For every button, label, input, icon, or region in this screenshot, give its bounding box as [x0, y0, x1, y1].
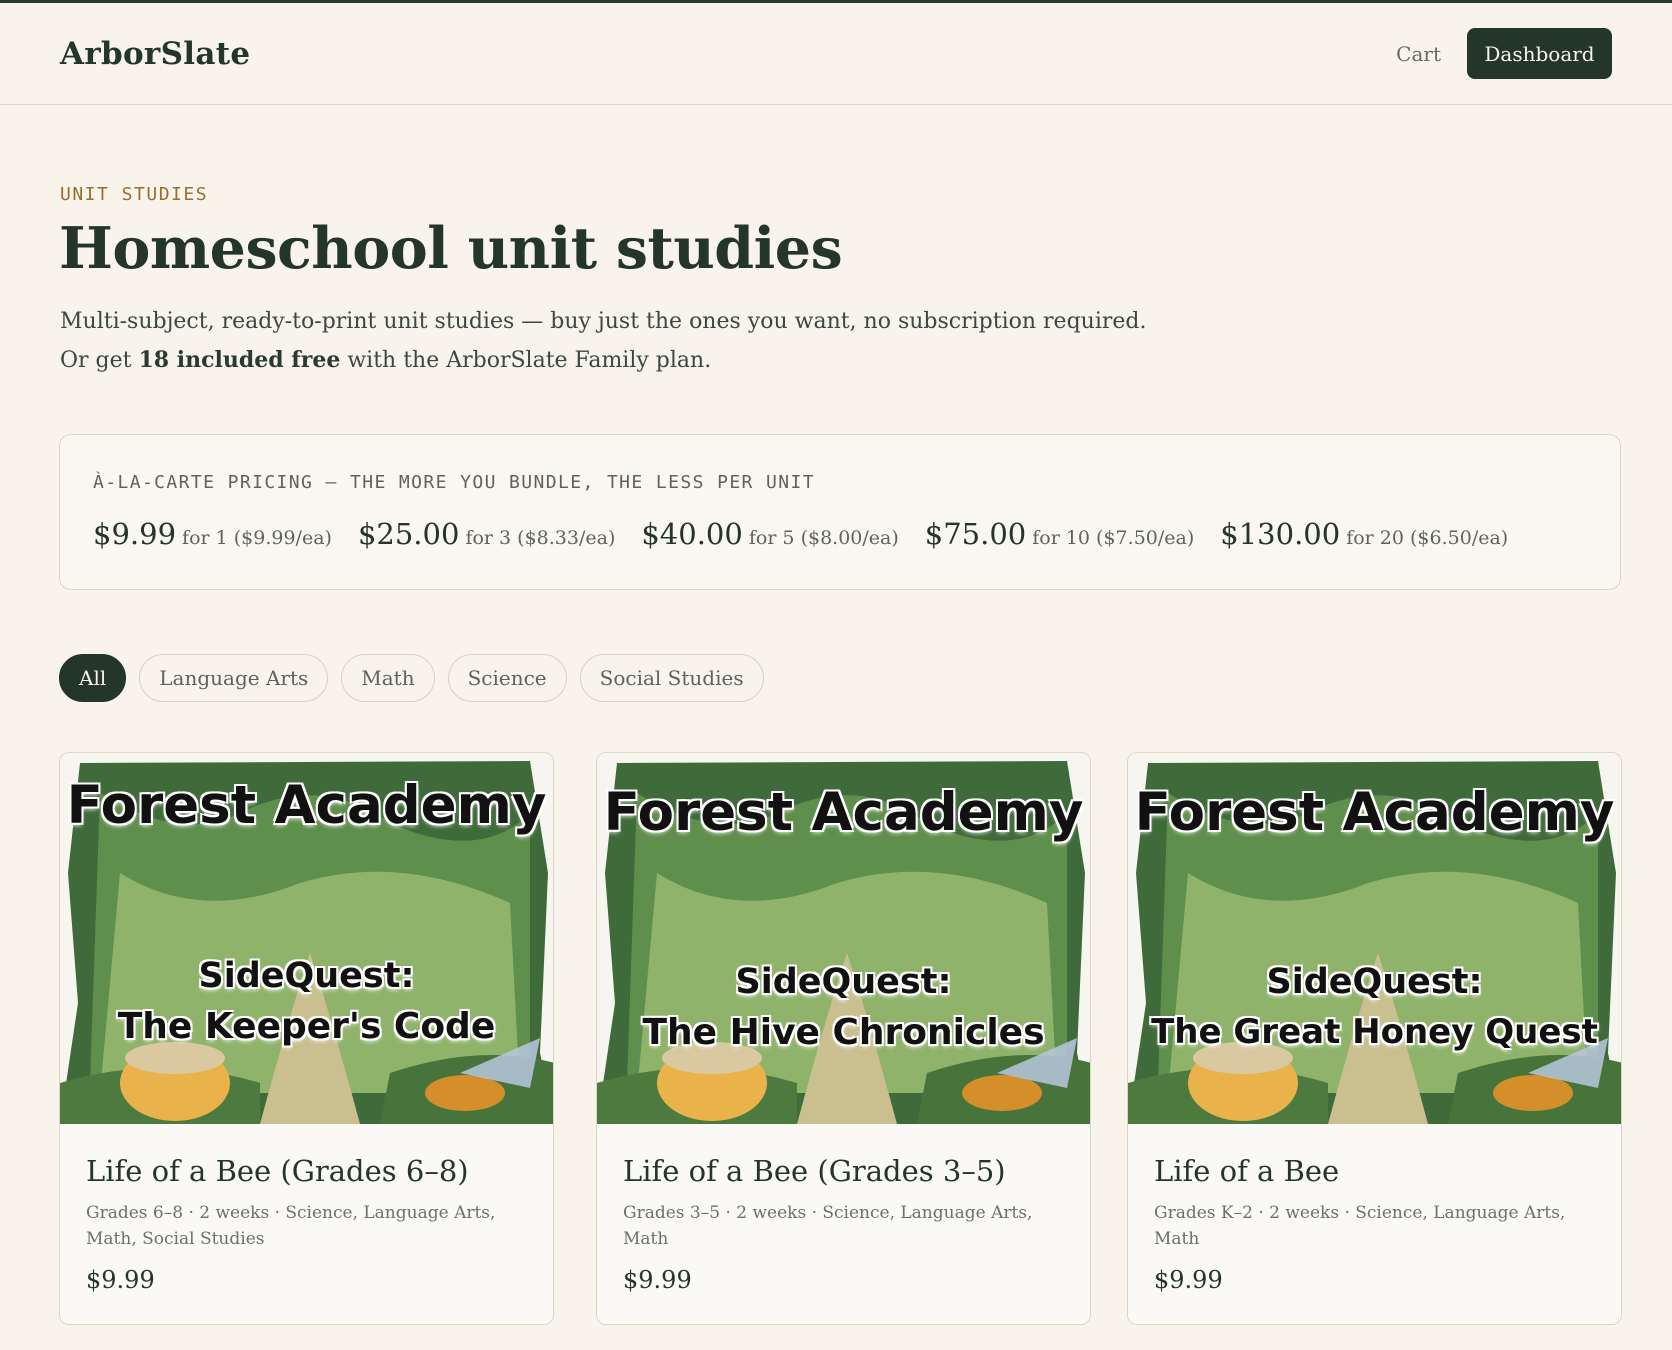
pricing-label: À-LA-CARTE PRICING — THE MORE YOU BUNDLE…	[93, 472, 815, 493]
product-cover-image[interactable]: Forest Academy SideQuest: The Hive Chron…	[597, 753, 1090, 1124]
filter-chip-language-arts[interactable]: Language Arts	[139, 654, 329, 702]
pricing-tier: $75.00 for 10 ($7.50/ea)	[925, 517, 1195, 551]
tier-price: $25.00	[357, 517, 460, 551]
product-card[interactable]: Forest Academy SideQuest: The Great Hone…	[1127, 752, 1622, 1325]
product-card[interactable]: Forest Academy SideQuest: The Keeper's C…	[59, 752, 554, 1325]
cover-brand-text: Forest Academy	[66, 775, 547, 836]
cover-brand-text: Forest Academy	[1134, 782, 1615, 843]
cover-title-text: The Hive Chronicles	[642, 1012, 1045, 1053]
pricing-tier: $130.00 for 20 ($6.50/ea)	[1220, 517, 1508, 551]
header-nav: Cart Dashboard	[1396, 28, 1612, 79]
cover-sidequest-text: SideQuest:	[198, 956, 415, 996]
tier-detail: for 1 ($9.99/ea)	[182, 527, 332, 549]
product-price: $9.99	[86, 1266, 155, 1294]
brand-logo[interactable]: ArborSlate	[60, 36, 250, 72]
product-card-body: Life of a Bee (Grades 3–5) Grades 3–5 · …	[597, 1124, 1090, 1324]
cover-brand-text: Forest Academy	[603, 782, 1084, 843]
pricing-tiers: $9.99 for 1 ($9.99/ea) $25.00 for 3 ($8.…	[93, 517, 1508, 551]
tier-price: $75.00	[924, 517, 1027, 551]
tier-detail: for 10 ($7.50/ea)	[1032, 527, 1195, 549]
filter-chip-science[interactable]: Science	[447, 654, 567, 702]
cover-sidequest-text: SideQuest:	[1266, 962, 1483, 1002]
product-title[interactable]: Life of a Bee (Grades 6–8)	[86, 1154, 527, 1188]
site-header: ArborSlate Cart Dashboard	[0, 3, 1672, 105]
product-meta: Grades K–2 · 2 weeks · Science, Language…	[1154, 1203, 1566, 1249]
tier-detail: for 5 ($8.00/ea)	[748, 527, 899, 549]
section-eyebrow: UNIT STUDIES	[60, 184, 209, 205]
filter-chip-social-studies[interactable]: Social Studies	[579, 654, 764, 702]
tier-price: $9.99	[93, 517, 177, 551]
dashboard-button[interactable]: Dashboard	[1467, 28, 1612, 79]
pricing-tier: $25.00 for 3 ($8.33/ea)	[358, 517, 615, 551]
product-price: $9.99	[1154, 1266, 1223, 1294]
product-cover-image[interactable]: Forest Academy SideQuest: The Great Hone…	[1128, 753, 1621, 1124]
cover-title-text: The Keeper's Code	[117, 1006, 496, 1047]
product-price: $9.99	[623, 1266, 692, 1294]
intro-highlight: 18 included free	[138, 347, 341, 373]
product-meta: Grades 3–5 · 2 weeks · Science, Language…	[623, 1203, 1033, 1249]
tier-detail: for 3 ($8.33/ea)	[465, 527, 616, 549]
product-title[interactable]: Life of a Bee (Grades 3–5)	[623, 1154, 1064, 1188]
page-title: Homeschool unit studies	[59, 215, 843, 282]
pricing-panel: À-LA-CARTE PRICING — THE MORE YOU BUNDLE…	[59, 434, 1621, 590]
product-card-body: Life of a Bee Grades K–2 · 2 weeks · Sci…	[1128, 1124, 1621, 1324]
subject-filters: All Language Arts Math Science Social St…	[59, 654, 764, 702]
product-title[interactable]: Life of a Bee	[1154, 1154, 1595, 1188]
tier-price: $40.00	[641, 517, 743, 551]
product-cover-image[interactable]: Forest Academy SideQuest: The Keeper's C…	[60, 753, 553, 1124]
product-meta: Grades 6–8 · 2 weeks · Science, Language…	[86, 1203, 496, 1249]
filter-chip-math[interactable]: Math	[341, 654, 435, 702]
page-intro: Multi-subject, ready-to-print unit studi…	[60, 302, 1180, 380]
pricing-tier: $9.99 for 1 ($9.99/ea)	[93, 517, 332, 551]
cart-link[interactable]: Cart	[1396, 42, 1441, 66]
filter-chip-all[interactable]: All	[59, 654, 127, 702]
tier-detail: for 20 ($6.50/ea)	[1346, 527, 1509, 549]
product-card[interactable]: Forest Academy SideQuest: The Hive Chron…	[596, 752, 1091, 1325]
tier-price: $130.00	[1220, 517, 1341, 551]
cover-sidequest-text: SideQuest:	[735, 962, 952, 1002]
cover-title-text: The Great Honey Quest	[1151, 1012, 1598, 1052]
product-card-body: Life of a Bee (Grades 6–8) Grades 6–8 · …	[60, 1124, 553, 1324]
intro-text-end: with the ArborSlate Family plan.	[340, 348, 712, 373]
pricing-tier: $40.00 for 5 ($8.00/ea)	[641, 517, 898, 551]
